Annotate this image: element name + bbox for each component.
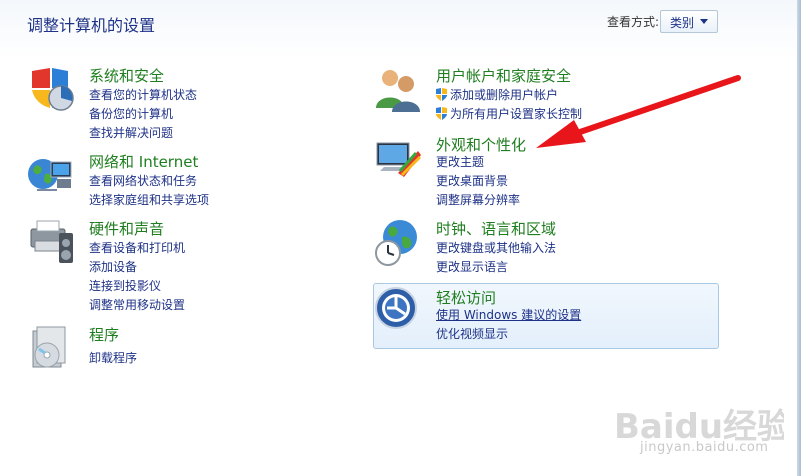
- window-right-edge: [797, 0, 801, 476]
- link-homegroup-sharing[interactable]: 选择家庭组和共享选项: [89, 191, 209, 208]
- link-troubleshoot[interactable]: 查找并解决问题: [89, 124, 173, 141]
- link-change-keyboard[interactable]: 更改键盘或其他输入法: [436, 239, 556, 256]
- clock-globe-icon: [375, 220, 417, 266]
- shield-chart-icon: [32, 68, 74, 111]
- link-screen-resolution[interactable]: 调整屏幕分辨率: [436, 191, 520, 208]
- users-icon: [376, 70, 420, 112]
- category-title[interactable]: 时钟、语言和区域: [436, 218, 556, 239]
- link-change-theme[interactable]: 更改主题: [436, 153, 484, 170]
- uac-shield-icon: [436, 107, 447, 120]
- link-label: 为所有用户设置家长控制: [450, 107, 583, 121]
- page-title: 调整计算机的设置: [27, 16, 156, 35]
- link-optimize-visual-display[interactable]: 优化视频显示: [436, 325, 508, 342]
- view-by-value: 类别: [670, 16, 695, 30]
- category-title[interactable]: 程序: [89, 324, 119, 345]
- category-title[interactable]: 硬件和声音: [89, 218, 164, 239]
- chevron-down-icon: [700, 19, 708, 24]
- link-uninstall-program[interactable]: 卸载程序: [89, 349, 137, 366]
- category-title[interactable]: 外观和个性化: [436, 134, 526, 155]
- link-change-display-language[interactable]: 更改显示语言: [436, 258, 508, 275]
- link-add-device[interactable]: 添加设备: [89, 258, 137, 275]
- link-desktop-background[interactable]: 更改桌面背景: [436, 172, 508, 189]
- link-parental-controls[interactable]: 为所有用户设置家长控制: [436, 105, 582, 122]
- monitor-palette-icon: [376, 142, 422, 177]
- category-title[interactable]: 网络和 Internet: [89, 151, 198, 172]
- category-title[interactable]: 轻松访问: [436, 287, 496, 308]
- programs-box-icon: [32, 326, 66, 368]
- link-view-computer-status[interactable]: 查看您的计算机状态: [89, 86, 197, 103]
- link-network-status[interactable]: 查看网络状态和任务: [89, 172, 197, 189]
- link-devices-printers[interactable]: 查看设备和打印机: [89, 239, 185, 256]
- view-by-label: 查看方式:: [607, 15, 660, 29]
- category-title[interactable]: 用户帐户和家庭安全: [436, 65, 571, 86]
- globe-network-icon: [28, 159, 72, 191]
- ease-of-access-icon: [375, 287, 417, 329]
- link-label: 添加或删除用户帐户: [450, 88, 559, 102]
- link-connect-projector[interactable]: 连接到投影仪: [89, 277, 161, 294]
- uac-shield-icon: [436, 88, 447, 101]
- category-title[interactable]: 系统和安全: [89, 65, 164, 86]
- view-by-dropdown[interactable]: 类别: [660, 10, 718, 33]
- link-recommended-settings[interactable]: 使用 Windows 建议的设置: [436, 306, 581, 323]
- printer-speaker-icon: [30, 220, 73, 263]
- watermark-url: jingyan.baidu.com: [640, 440, 769, 455]
- link-mobility-settings[interactable]: 调整常用移动设置: [89, 296, 185, 313]
- link-backup-computer[interactable]: 备份您的计算机: [89, 105, 173, 122]
- link-add-remove-accounts[interactable]: 添加或删除用户帐户: [436, 86, 558, 103]
